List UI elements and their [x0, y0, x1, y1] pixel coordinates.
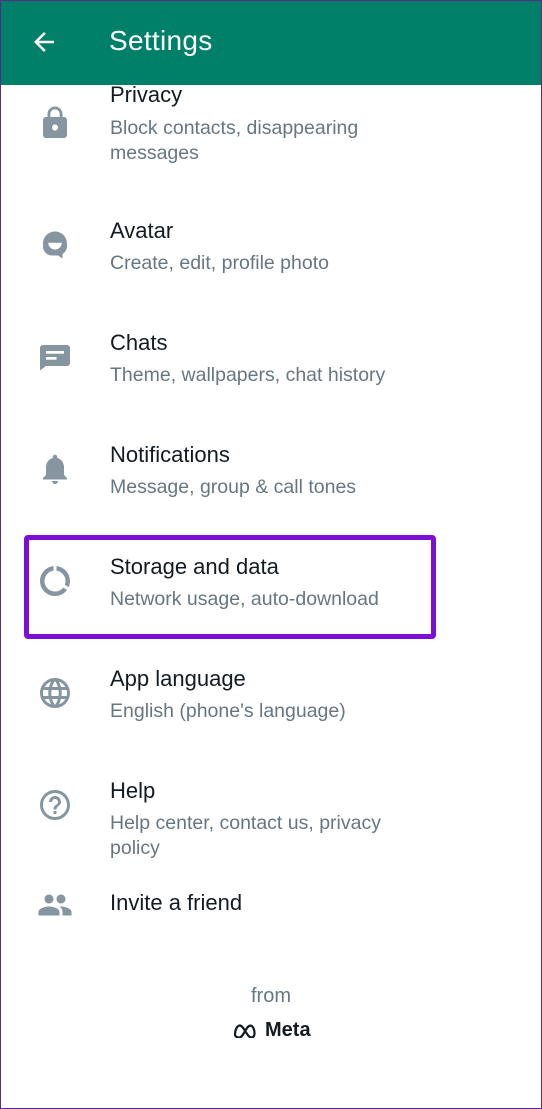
- footer-from: from: [251, 985, 291, 1007]
- item-label: App language: [110, 666, 246, 691]
- settings-item-app-language[interactable]: App language English (phone's language): [1, 653, 541, 733]
- item-label: Notifications: [110, 442, 230, 467]
- item-label: Chats: [110, 330, 168, 355]
- item-label: Avatar: [110, 218, 174, 243]
- settings-item-avatar[interactable]: Avatar Create, edit, profile photo: [1, 205, 541, 285]
- settings-item-storage-and-data[interactable]: Storage and data Network usage, auto-dow…: [1, 541, 541, 621]
- storage-circle-icon: [40, 566, 70, 596]
- settings-item-privacy[interactable]: Privacy Block contacts, disappearing mes…: [1, 82, 541, 167]
- help-icon: [40, 790, 70, 820]
- bell-icon: [43, 454, 67, 484]
- lock-icon: [43, 106, 67, 138]
- settings-item-invite-a-friend[interactable]: Invite a friend: [1, 877, 541, 933]
- meta-brand: Meta: [233, 1017, 311, 1043]
- chat-icon: [40, 345, 70, 371]
- page-title: Settings: [109, 25, 213, 56]
- settings-item-chats[interactable]: Chats Theme, wallpapers, chat history: [1, 317, 541, 397]
- settings-list: Privacy Block contacts, disappearing mes…: [1, 82, 541, 965]
- meta-wordmark: Meta: [265, 1018, 311, 1041]
- item-label: Privacy: [110, 82, 183, 107]
- item-subtitle: Help center, contact us, privacy policy: [110, 812, 381, 859]
- people-icon: [38, 894, 72, 916]
- item-label: Storage and data: [110, 554, 279, 579]
- arrow-back-icon[interactable]: [29, 27, 59, 57]
- item-subtitle: Message, group & call tones: [110, 476, 357, 498]
- item-subtitle: Network usage, auto-download: [110, 588, 379, 610]
- meta-logo-icon: [233, 1024, 256, 1038]
- globe-icon: [40, 678, 70, 708]
- app-bar: Settings: [1, 1, 541, 85]
- settings-item-notifications[interactable]: Notifications Message, group & call tone…: [1, 429, 541, 509]
- item-label: Invite a friend: [110, 890, 243, 915]
- item-subtitle: Create, edit, profile photo: [110, 252, 329, 274]
- item-subtitle: Theme, wallpapers, chat history: [110, 364, 386, 386]
- settings-item-help[interactable]: Help Help center, contact us, privacy po…: [1, 765, 541, 859]
- item-label: Help: [110, 778, 156, 803]
- item-subtitle: English (phone's language): [110, 700, 346, 722]
- avatar-icon: [43, 231, 67, 259]
- item-subtitle: Block contacts, disappearing messages: [110, 117, 359, 164]
